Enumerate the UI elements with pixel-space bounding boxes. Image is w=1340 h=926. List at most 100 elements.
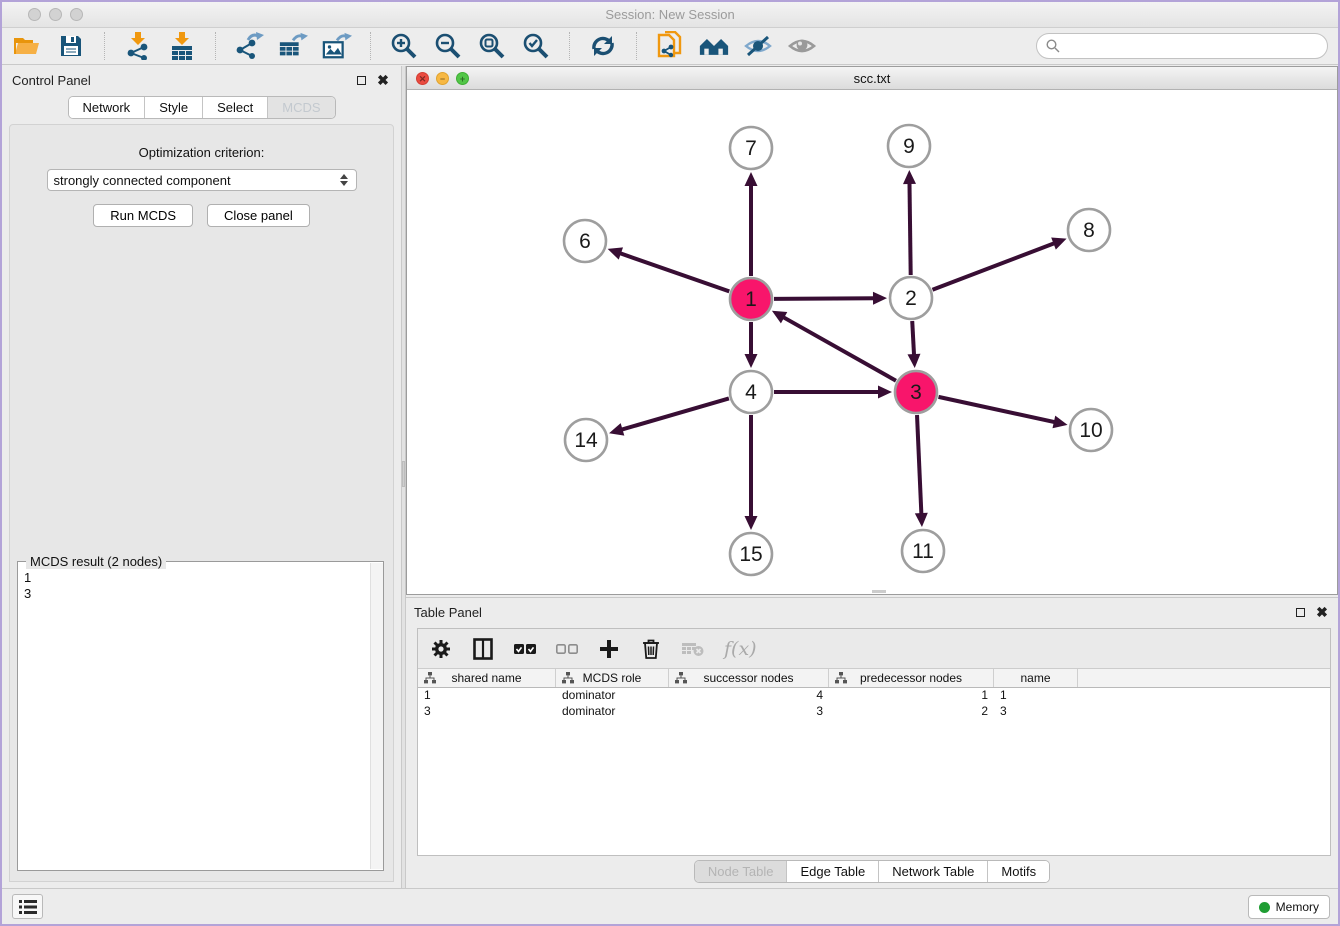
window-titlebar: Session: New Session xyxy=(2,2,1338,28)
new-network-from-selection-icon[interactable] xyxy=(655,31,685,61)
tab-select[interactable]: Select xyxy=(203,97,268,118)
table-panel-close-icon[interactable]: ✖ xyxy=(1314,604,1330,620)
window-minimize-button[interactable] xyxy=(49,8,62,21)
splitter-grip[interactable] xyxy=(402,461,405,487)
tab-edge-table[interactable]: Edge Table xyxy=(787,861,879,882)
chevron-updown-icon xyxy=(340,174,348,186)
cell-successor-nodes[interactable]: 3 xyxy=(669,704,829,720)
table-panel-float-icon[interactable] xyxy=(1292,604,1308,620)
delete-column-icon[interactable] xyxy=(640,638,662,660)
table-row[interactable]: 1 dominator 4 1 1 xyxy=(418,688,1330,704)
graph-node-label: 14 xyxy=(574,429,598,452)
import-table-icon[interactable] xyxy=(167,31,197,61)
mcds-panel: Optimization criterion: strongly connect… xyxy=(9,124,394,882)
window-close-button[interactable] xyxy=(28,8,41,21)
table-row[interactable]: 3 dominator 3 2 3 xyxy=(418,704,1330,720)
column-header-shared-name[interactable]: shared name xyxy=(418,669,556,687)
column-header-predecessor-nodes[interactable]: predecessor nodes xyxy=(829,669,994,687)
close-panel-button[interactable]: Close panel xyxy=(207,204,310,227)
run-mcds-button[interactable]: Run MCDS xyxy=(93,204,193,227)
tab-node-table[interactable]: Node Table xyxy=(695,861,788,882)
toolbar-separator xyxy=(569,32,570,60)
graph-edge-3-11[interactable] xyxy=(917,415,921,516)
zoom-in-icon[interactable] xyxy=(389,31,419,61)
cell-successor-nodes[interactable]: 4 xyxy=(669,688,829,704)
network-graph[interactable]: 7968124314101511 xyxy=(407,90,1337,594)
cell-name[interactable]: 1 xyxy=(994,688,1078,704)
optimization-criterion-label: Optimization criterion: xyxy=(10,145,393,160)
table-header-row: shared name MCDS role successor nodes pr… xyxy=(418,669,1330,688)
control-panel-close-icon[interactable]: ✖ xyxy=(375,72,391,88)
cell-mcds-role[interactable]: dominator xyxy=(556,688,669,704)
control-panel-float-icon[interactable] xyxy=(353,72,369,88)
cell-predecessor-nodes[interactable]: 1 xyxy=(829,688,994,704)
graph-node-label: 3 xyxy=(910,381,922,404)
mcds-result-box[interactable]: MCDS result (2 nodes) 1 3 xyxy=(17,561,384,871)
graph-edge-2-9[interactable] xyxy=(909,181,910,275)
cell-name[interactable]: 3 xyxy=(994,704,1078,720)
delete-table-icon xyxy=(682,638,704,660)
graph-edge-1-6[interactable] xyxy=(618,253,729,292)
tab-network[interactable]: Network xyxy=(69,97,146,118)
cell-predecessor-nodes[interactable]: 2 xyxy=(829,704,994,720)
graph-edge-2-3[interactable] xyxy=(912,321,914,357)
column-header-name[interactable]: name xyxy=(994,669,1078,687)
graph-edge-1-2[interactable] xyxy=(774,298,876,299)
tree-icon xyxy=(424,672,436,684)
graph-node-label: 6 xyxy=(579,230,591,253)
column-header-successor-nodes[interactable]: successor nodes xyxy=(669,669,829,687)
canvas-resize-handle[interactable] xyxy=(872,590,886,593)
tab-style[interactable]: Style xyxy=(145,97,203,118)
gear-icon[interactable] xyxy=(430,638,452,660)
tab-mcds[interactable]: MCDS xyxy=(268,97,334,118)
mcds-result-title: MCDS result (2 nodes) xyxy=(26,554,166,569)
first-neighbors-icon[interactable] xyxy=(699,31,729,61)
cell-shared-name[interactable]: 1 xyxy=(418,688,556,704)
graph-node-label: 11 xyxy=(912,540,934,563)
memory-button[interactable]: Memory xyxy=(1248,895,1330,919)
export-network-icon[interactable] xyxy=(234,31,264,61)
search-icon xyxy=(1046,39,1060,53)
graph-edge-arrowhead xyxy=(873,292,887,305)
task-history-button[interactable] xyxy=(12,894,43,919)
cell-mcds-role[interactable]: dominator xyxy=(556,704,669,720)
tab-network-table[interactable]: Network Table xyxy=(879,861,988,882)
graph-node-label: 10 xyxy=(1079,419,1102,442)
hide-details-icon[interactable] xyxy=(743,31,773,61)
save-session-icon[interactable] xyxy=(56,31,86,61)
export-table-icon[interactable] xyxy=(278,31,308,61)
deselect-all-icon[interactable] xyxy=(556,638,578,660)
graph-edge-3-10[interactable] xyxy=(938,397,1056,423)
graph-edge-arrowhead xyxy=(745,516,758,530)
show-columns-icon[interactable] xyxy=(472,638,494,660)
tab-motifs[interactable]: Motifs xyxy=(988,861,1049,882)
refresh-icon[interactable] xyxy=(588,31,618,61)
zoom-selected-icon[interactable] xyxy=(521,31,551,61)
network-canvas[interactable]: 7968124314101511 xyxy=(407,90,1337,594)
open-file-icon[interactable] xyxy=(12,31,42,61)
graph-edge-2-8[interactable] xyxy=(932,242,1056,289)
window-zoom-button[interactable] xyxy=(70,8,83,21)
column-header-mcds-role[interactable]: MCDS role xyxy=(556,669,669,687)
show-details-icon[interactable] xyxy=(787,31,817,61)
table-panel: Table Panel ✖ xyxy=(406,597,1338,888)
toolbar-separator xyxy=(636,32,637,60)
zoom-out-icon[interactable] xyxy=(433,31,463,61)
tree-icon xyxy=(562,672,574,684)
import-network-icon[interactable] xyxy=(123,31,153,61)
cell-shared-name[interactable]: 3 xyxy=(418,704,556,720)
graph-node-label: 4 xyxy=(745,381,757,404)
graph-edge-3-1[interactable] xyxy=(781,316,895,381)
mcds-result-scrollbar[interactable] xyxy=(370,563,383,869)
table-body: 1 dominator 4 1 1 3 dominator 3 2 3 xyxy=(418,688,1330,855)
add-column-icon[interactable] xyxy=(598,638,620,660)
zoom-fit-icon[interactable] xyxy=(477,31,507,61)
search-box[interactable] xyxy=(1036,33,1328,59)
export-image-icon[interactable] xyxy=(322,31,352,61)
graph-edge-4-14[interactable] xyxy=(620,398,729,430)
network-window-titlebar[interactable]: ✕ − + scc.txt xyxy=(407,67,1337,90)
graph-node-label: 2 xyxy=(905,287,917,310)
select-all-icon[interactable] xyxy=(514,638,536,660)
search-input[interactable] xyxy=(1066,39,1318,54)
optimization-criterion-select[interactable]: strongly connected component xyxy=(47,169,357,191)
